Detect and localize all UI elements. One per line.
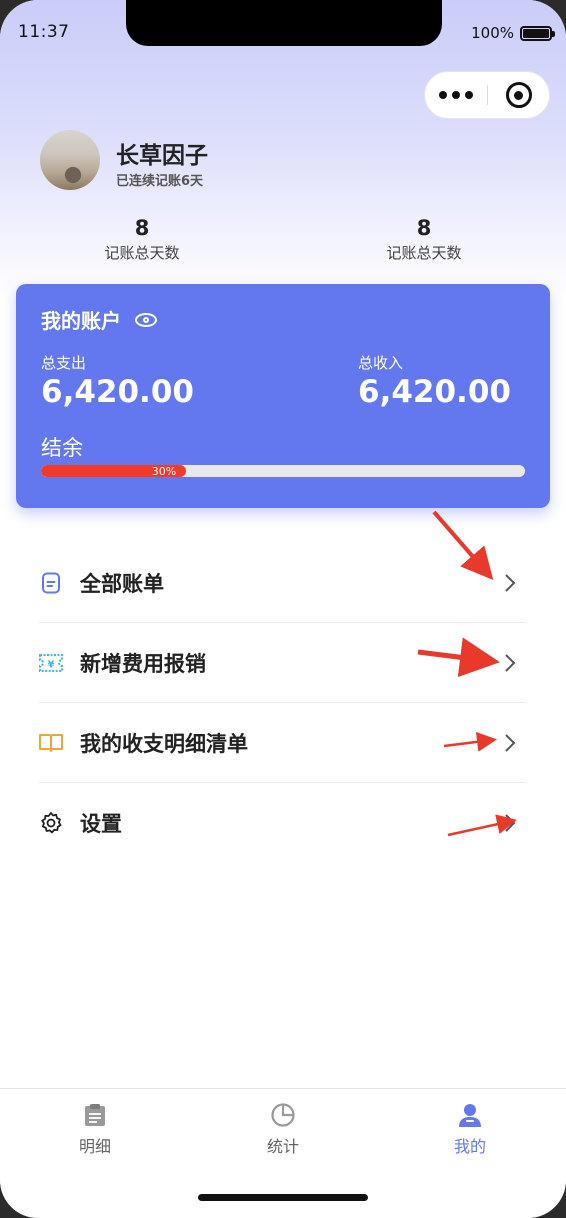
menu-list: 全部账单 ¥ 新增费用报销 我的收支明细清单 设置 — [38, 543, 526, 863]
device-notch — [126, 0, 442, 46]
receipt-icon: ¥ — [38, 650, 64, 676]
expense-label: 总支出 — [41, 354, 87, 372]
stat-label: 记账总天数 — [386, 244, 462, 262]
gear-icon — [38, 810, 64, 836]
home-indicator — [198, 1194, 368, 1201]
menu-item-all-bills[interactable]: 全部账单 — [38, 543, 526, 623]
stat-total-days-left: 8 记账总天数 — [62, 216, 222, 263]
menu-item-label: 新增费用报销 — [80, 651, 206, 676]
more-icon[interactable] — [425, 72, 487, 118]
balance-progress-fill: 30% — [41, 465, 187, 477]
close-miniprogram-icon[interactable] — [488, 72, 549, 118]
menu-item-add-reimbursement[interactable]: ¥ 新增费用报销 — [38, 623, 526, 703]
tab-statistics[interactable]: 统计 — [223, 1101, 343, 1157]
stat-label: 记账总天数 — [104, 244, 180, 262]
battery-percent: 100% — [471, 24, 514, 42]
income-value: 6,420.00 — [358, 374, 511, 410]
phone-screen: 11:37 100% 长草因子 已连续记账6天 8 记账总天数 8 记账总天数 … — [0, 0, 566, 1218]
book-icon — [38, 730, 64, 756]
battery-icon — [520, 25, 555, 41]
tab-label: 明细 — [78, 1137, 111, 1156]
tab-label: 我的 — [453, 1137, 486, 1156]
status-time: 11:37 — [18, 22, 70, 42]
menu-item-settings[interactable]: 设置 — [38, 783, 526, 863]
clipboard-icon — [81, 1101, 109, 1129]
miniprogram-capsule — [424, 71, 550, 119]
document-icon — [38, 570, 64, 596]
eye-icon[interactable] — [135, 312, 157, 327]
user-icon — [456, 1101, 484, 1129]
username: 长草因子 — [116, 143, 208, 169]
account-card-title: 我的账户 — [41, 305, 157, 334]
pie-chart-icon — [269, 1101, 297, 1129]
battery-status: 100% — [471, 24, 555, 42]
account-card: 我的账户 总支出 6,420.00 总收入 6,420.00 结余 30% — [16, 284, 550, 508]
streak-text: 已连续记账6天 — [116, 174, 204, 189]
chevron-right-icon — [498, 571, 522, 595]
income-label: 总收入 — [358, 354, 404, 372]
tab-details[interactable]: 明细 — [35, 1101, 155, 1157]
tab-label: 统计 — [266, 1137, 299, 1156]
avatar[interactable] — [40, 130, 100, 190]
chevron-right-icon — [498, 731, 522, 755]
stat-total-days-right: 8 记账总天数 — [344, 216, 504, 263]
stat-value: 8 — [416, 216, 432, 240]
menu-item-label: 我的收支明细清单 — [80, 731, 248, 756]
balance-progress-bar: 30% — [41, 465, 525, 477]
balance-label: 结余 — [41, 436, 83, 460]
chevron-right-icon — [498, 651, 522, 675]
tab-mine[interactable]: 我的 — [410, 1101, 530, 1157]
menu-item-income-expense-list[interactable]: 我的收支明细清单 — [38, 703, 526, 783]
menu-item-label: 全部账单 — [80, 571, 164, 596]
svg-text:¥: ¥ — [48, 659, 55, 670]
chevron-right-icon — [498, 811, 522, 835]
menu-item-label: 设置 — [80, 812, 122, 836]
account-title-text: 我的账户 — [41, 309, 121, 333]
stat-value: 8 — [134, 216, 150, 240]
expense-value: 6,420.00 — [41, 374, 194, 410]
